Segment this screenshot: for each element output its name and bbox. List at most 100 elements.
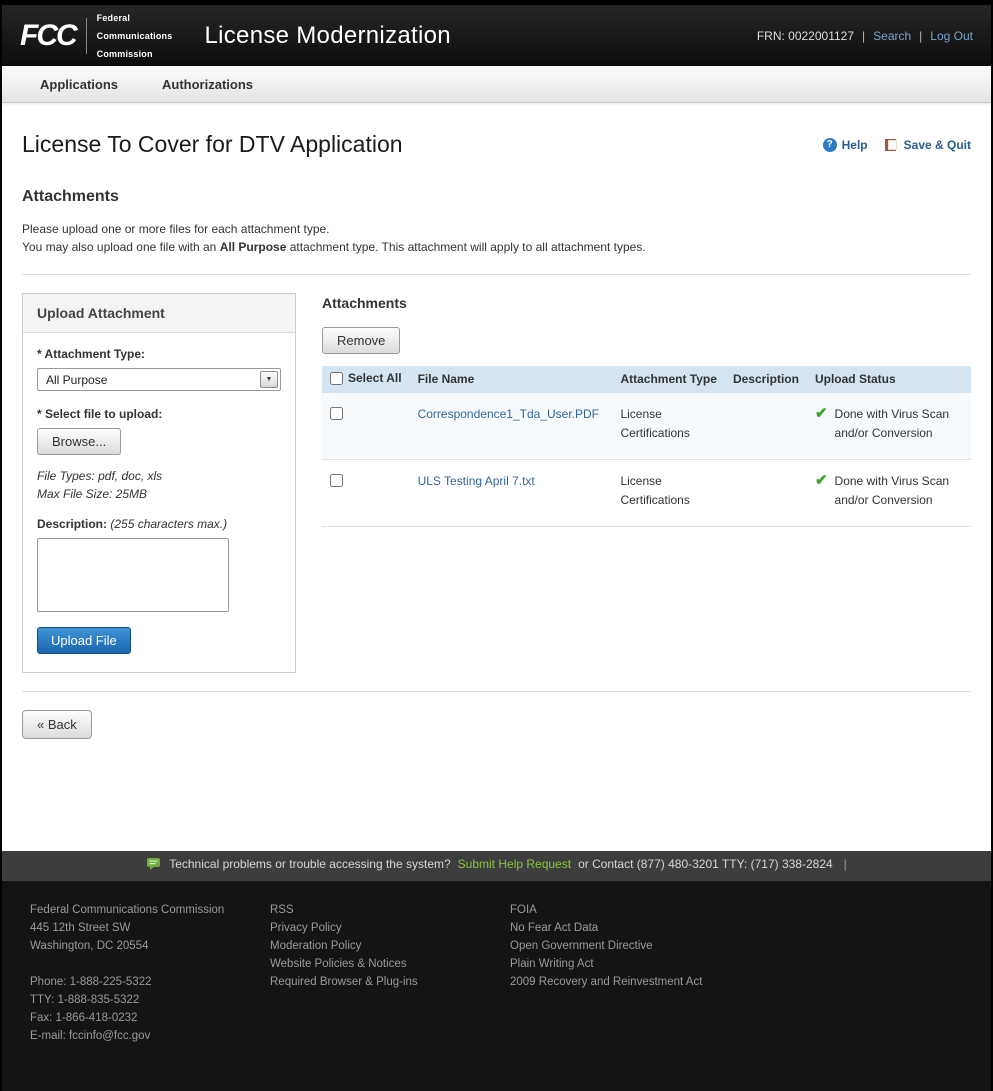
divider-top [22,274,971,275]
instructions-line-2-post: attachment type. This attachment will ap… [286,240,645,254]
footer-link-moderation-policy[interactable]: Moderation Policy [270,937,510,955]
help-bar-contact: or Contact (877) 480-3201 TTY: (717) 338… [578,857,833,871]
logo-line-3: Commission [97,45,173,63]
column-attachment-type: Attachment Type [612,366,724,393]
footer-column-government: FOIA No Fear Act Data Open Government Di… [510,901,702,1045]
title-row: License To Cover for DTV Application Hel… [22,131,971,158]
search-link[interactable]: Search [873,29,911,43]
app-title: License Modernization [204,22,450,50]
help-icon [823,138,837,152]
nav-item-applications[interactable]: Applications [18,66,140,102]
footer-link-required-browser[interactable]: Required Browser & Plug-ins [270,973,510,991]
attachment-type-select[interactable]: All Purpose [37,368,281,391]
main-content: License To Cover for DTV Application Hel… [2,103,991,851]
row-checkbox[interactable] [330,474,343,487]
page-title: License To Cover for DTV Application [22,131,823,158]
column-file-name: File Name [410,366,613,393]
remove-button[interactable]: Remove [322,327,400,354]
upload-attachment-panel: Upload Attachment * Attachment Type: All… [22,293,296,673]
footer-link-plain-writing[interactable]: Plain Writing Act [510,955,702,973]
file-link[interactable]: Correspondence1_Tda_User.PDF [418,407,599,421]
footer-link-no-fear-act[interactable]: No Fear Act Data [510,919,702,937]
page: FCC Federal Communications Commission Li… [2,0,991,1091]
footer-link-rss[interactable]: RSS [270,901,510,919]
frn-label: FRN: 0022001127 [757,29,854,43]
top-header: FCC Federal Communications Commission Li… [2,0,991,66]
row-checkbox-cell [322,393,410,460]
footer-fax: Fax: 1-866-418-0232 [30,1009,270,1027]
footer-phone: Phone: 1-888-225-5322 [30,973,270,991]
footer-main: Federal Communications Commission 445 12… [2,881,991,1091]
nav-item-authorizations[interactable]: Authorizations [140,66,275,102]
description-label: Description: [37,517,107,531]
max-size-note: Max File Size: 25MB [37,485,281,503]
file-notes: File Types: pdf, doc, xls Max File Size:… [37,467,281,503]
footer-link-recovery-act[interactable]: 2009 Recovery and Reinvestment Act [510,973,702,991]
select-all-checkbox[interactable] [330,372,343,385]
back-button[interactable]: « Back [22,710,92,739]
fcc-logo-icon: FCC [20,19,76,53]
fcc-logo: FCC Federal Communications Commission [20,9,172,63]
upload-status-cell: Done with Virus Scan and/or Conversion [807,459,971,526]
section-heading-attachments: Attachments [22,188,971,206]
divider-bottom [22,691,971,692]
logout-link[interactable]: Log Out [930,29,973,43]
table-header-row: Select All File Name Attachment Type Des… [322,366,971,393]
footer-tty: TTY: 1-888-835-5322 [30,991,270,1009]
footer-gap [30,955,270,973]
column-select-all: Select All [322,366,410,393]
check-icon [815,472,828,490]
footer-email: E-mail: fccinfo@fcc.gov [30,1027,270,1045]
instructions: Please upload one or more files for each… [22,220,971,256]
chevron-down-icon [260,371,278,388]
table-row: ULS Testing April 7.txt License Certific… [322,459,971,526]
description-label-row: Description: (255 characters max.) [37,517,281,531]
footer-column-contact: Federal Communications Commission 445 12… [30,901,270,1045]
select-file-label: * Select file to upload: [37,407,281,421]
instructions-line-2: You may also upload one file with an All… [22,238,971,256]
back-row: « Back [22,710,971,739]
help-bar-text: Technical problems or trouble accessing … [169,857,450,871]
description-hint: (255 characters max.) [110,517,227,531]
upload-file-button[interactable]: Upload File [37,627,131,654]
footer-address-1: 445 12th Street SW [30,919,270,937]
footer-link-foia[interactable]: FOIA [510,901,702,919]
footer-link-website-policies[interactable]: Website Policies & Notices [270,955,510,973]
header-separator: | [919,29,922,43]
column-description: Description [725,366,807,393]
help-bar-pipe: | [844,857,847,871]
upload-status-cell: Done with Virus Scan and/or Conversion [807,393,971,460]
description-cell [725,459,807,526]
submit-help-request-link[interactable]: Submit Help Request [458,857,571,871]
save-quit-label: Save & Quit [904,138,971,152]
save-quit-link[interactable]: Save & Quit [884,138,971,152]
help-link[interactable]: Help [823,138,868,152]
title-links: Help Save & Quit [823,138,971,152]
header-right: FRN: 0022001127 | Search | Log Out [757,29,973,43]
main-nav: Applications Authorizations [2,66,991,103]
logo-text: Federal Communications Commission [97,9,173,63]
footer-link-open-government[interactable]: Open Government Directive [510,937,702,955]
attachments-table: Select All File Name Attachment Type Des… [322,366,971,527]
footer-link-privacy-policy[interactable]: Privacy Policy [270,919,510,937]
column-upload-status: Upload Status [807,366,971,393]
logo-line-2: Communications [97,27,173,45]
instructions-line-2-pre: You may also upload one file with an [22,240,220,254]
help-link-label: Help [842,138,868,152]
chat-icon [146,857,162,871]
footer-column-policies: RSS Privacy Policy Moderation Policy Web… [270,901,510,1045]
attachment-type-cell: License Certifications [612,393,724,460]
row-checkbox[interactable] [330,407,343,420]
attachment-type-cell: License Certifications [612,459,724,526]
upload-panel-title: Upload Attachment [23,294,295,333]
browse-button[interactable]: Browse... [37,428,121,455]
check-icon [815,405,828,423]
upload-panel-body: * Attachment Type: All Purpose * Select … [23,333,295,672]
description-textarea[interactable] [37,538,229,612]
description-cell [725,393,807,460]
file-link[interactable]: ULS Testing April 7.txt [418,474,535,488]
content-row: Upload Attachment * Attachment Type: All… [22,293,971,673]
header-separator: | [862,29,865,43]
footer-address-2: Washington, DC 20554 [30,937,270,955]
logo-line-1: Federal [97,9,173,27]
